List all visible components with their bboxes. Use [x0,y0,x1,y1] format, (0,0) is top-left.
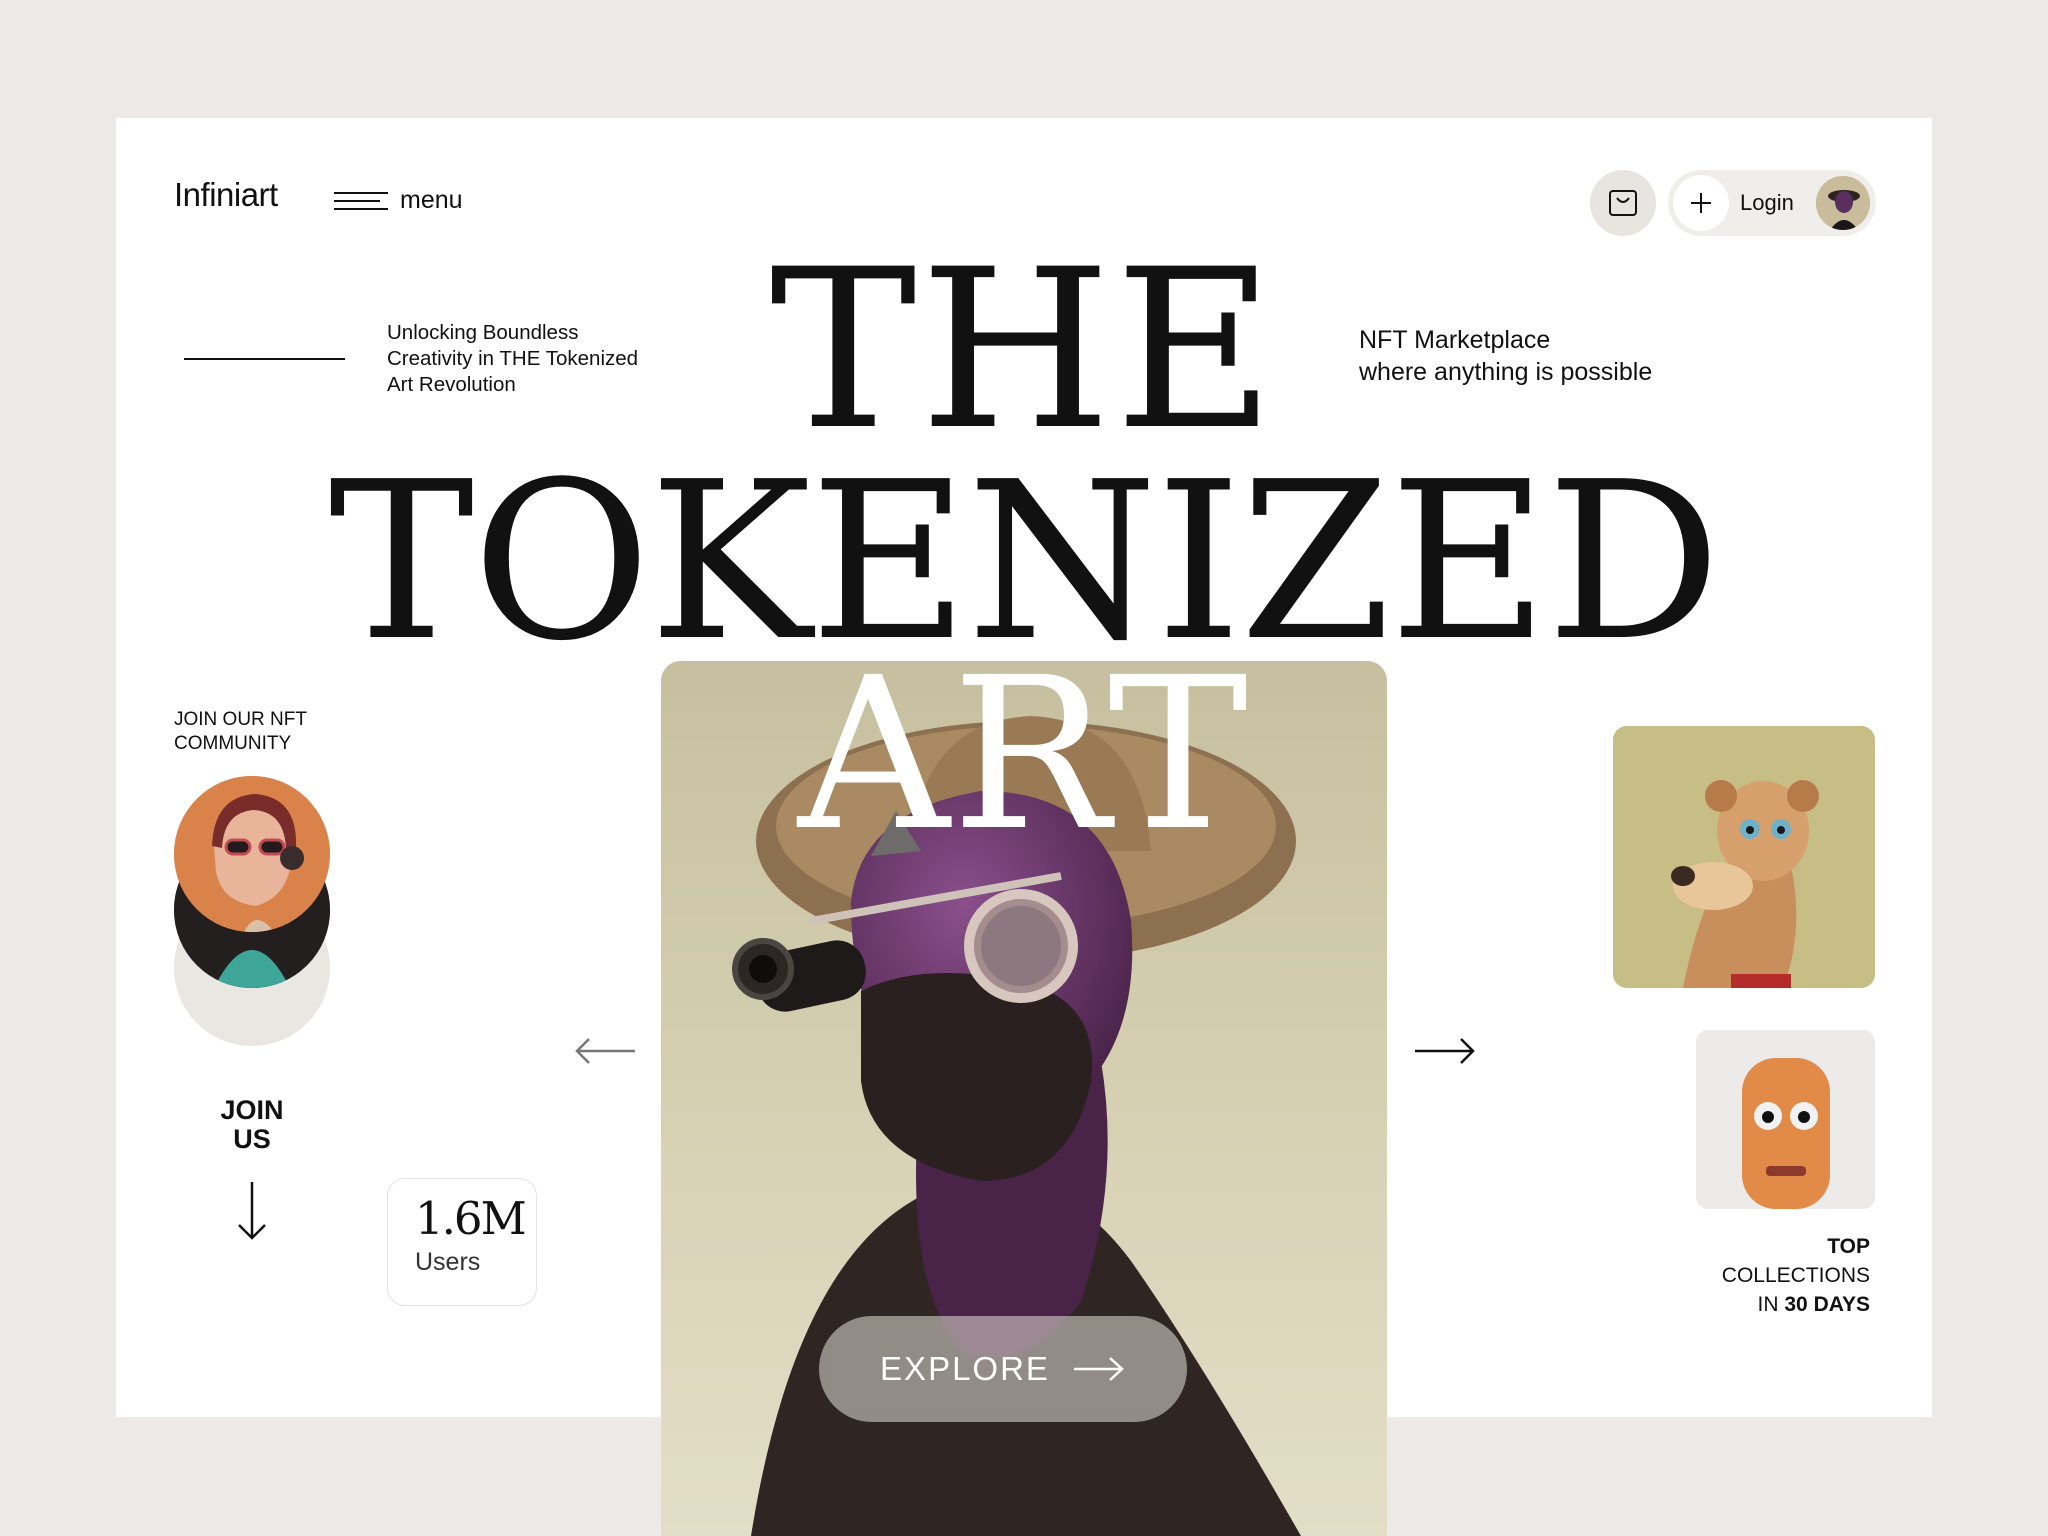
login-label: Login [1740,190,1794,215]
hero-title-line-1: THE [769,222,1279,478]
menu-icon [334,190,388,212]
arrow-left-icon[interactable] [573,1036,637,1066]
top-collections-label[interactable]: TOP COLLECTIONS IN 30 DAYS [1660,1232,1870,1319]
plus-icon [1691,193,1711,213]
users-stat-card: 1.6M Users [387,1178,537,1306]
add-button[interactable] [1673,175,1729,231]
user-avatar[interactable] [1816,176,1870,230]
hero-title-line-3: ART [797,632,1251,877]
arrow-right-icon [1073,1357,1124,1381]
users-count: 1.6M [415,1192,527,1245]
explore-label: EXPLORE [880,1350,1050,1387]
collection-thumbnail-sponge[interactable] [1696,1030,1875,1209]
join-us-label[interactable]: JOIN US [190,1096,314,1154]
arrow-right-icon[interactable] [1413,1036,1477,1066]
brand-logo[interactable]: Infiniart [174,176,278,214]
users-label: Users [415,1248,481,1277]
arrow-down-icon[interactable] [234,1180,270,1242]
cart-button[interactable] [1590,170,1656,236]
explore-button[interactable]: EXPLORE [819,1316,1187,1422]
menu-button[interactable]: menu [334,186,463,215]
menu-label: menu [400,186,463,214]
shopping-bag-icon [1609,190,1637,216]
login-button[interactable]: Login [1668,170,1876,236]
